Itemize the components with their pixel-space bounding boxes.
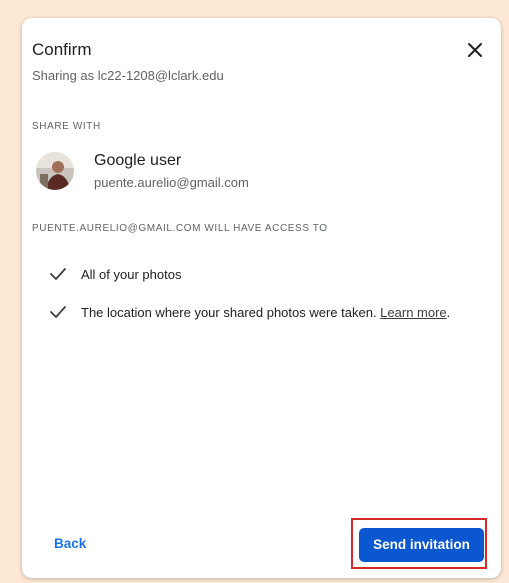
send-invitation-button[interactable]: Send invitation [359,528,484,562]
access-item-location: The location where your shared photos we… [81,305,450,320]
access-item-photos: All of your photos [81,267,182,282]
check-icon [48,264,68,284]
avatar [36,152,74,190]
access-label: PUENTE.AURELIO@GMAIL.COM WILL HAVE ACCES… [32,223,328,234]
close-icon[interactable] [463,38,487,62]
check-icon [48,302,68,322]
back-button[interactable]: Back [54,536,86,551]
access-item-location-suffix: . [446,305,451,320]
access-item-location-text: The location where your shared photos we… [81,305,381,320]
learn-more-link[interactable]: Learn more [380,305,446,320]
dialog-subtitle: Sharing as lc22-1208@lclark.edu [32,68,224,83]
user-email: puente.aurelio@gmail.com [94,175,249,190]
confirm-dialog: Confirm Sharing as lc22-1208@lclark.edu … [22,18,501,578]
user-name: Google user [94,152,182,169]
dialog-title: Confirm [32,40,92,59]
share-with-label: SHARE WITH [32,121,101,132]
